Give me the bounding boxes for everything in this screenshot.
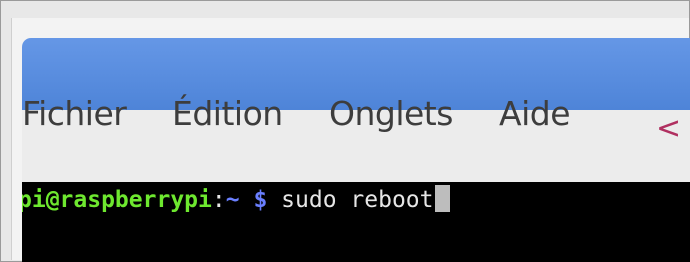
- text-cursor: [434, 185, 450, 212]
- typed-command: sudo reboot: [281, 187, 434, 213]
- menu-onglets[interactable]: Onglets: [329, 94, 453, 134]
- terminal-body[interactable]: pi@raspberrypi:~ $ sudo reboot: [22, 182, 690, 262]
- menu-fichier[interactable]: Fichier: [22, 94, 127, 134]
- terminal-window: pi@raspberrypi:~ $ sudo reboot: [22, 38, 690, 262]
- prompt-path: ~: [225, 187, 240, 213]
- menu-aide[interactable]: Aide: [499, 94, 571, 134]
- prompt-separator: :: [211, 187, 226, 213]
- menu-edition[interactable]: Édition: [172, 94, 283, 134]
- annotation-arrow-icon: <: [656, 111, 682, 146]
- prompt-line: pi@raspberrypi:~ $ sudo reboot: [22, 185, 450, 215]
- prompt-symbol: $: [253, 187, 268, 213]
- prompt-user-host: pi@raspberrypi: [22, 187, 212, 213]
